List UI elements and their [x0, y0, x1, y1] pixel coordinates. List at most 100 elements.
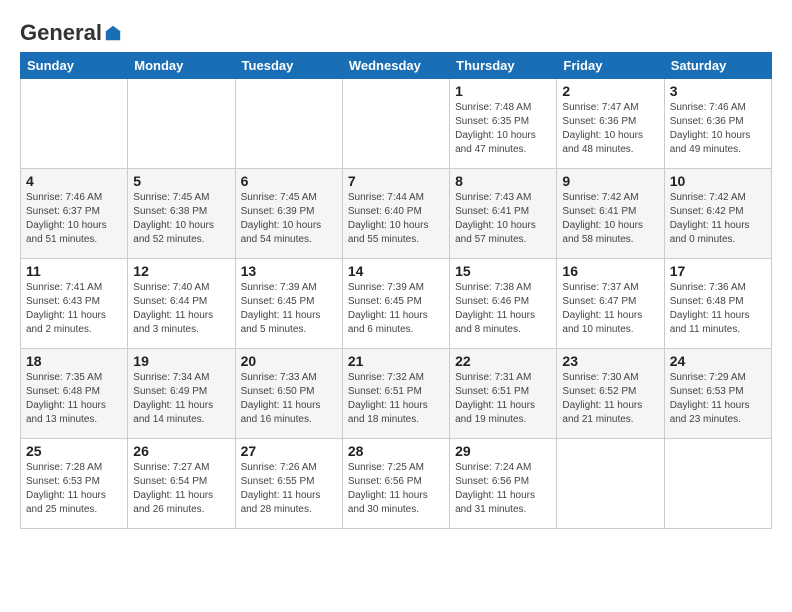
day-number: 24: [670, 353, 766, 369]
column-header-wednesday: Wednesday: [342, 53, 449, 79]
day-info: Sunrise: 7:30 AMSunset: 6:52 PMDaylight:…: [562, 371, 658, 427]
calendar-cell: 22Sunrise: 7:31 AMSunset: 6:51 PMDayligh…: [450, 349, 557, 439]
week-row-1: 1 Sunrise: 7:48 AMSunset: 6:35 PMDaylight…: [21, 79, 772, 169]
day-info: Sunrise: 7:32 AMSunset: 6:51 PMDaylight:…: [348, 371, 444, 427]
day-info: Sunrise: 7:48 AMSunset: 6:35 PMDaylight:…: [455, 101, 551, 157]
day-info: Sunrise: 7:46 AMSunset: 6:37 PMDaylight:…: [26, 191, 122, 247]
day-number: 22: [455, 353, 551, 369]
day-number: 8: [455, 173, 551, 189]
day-number: 4: [26, 173, 122, 189]
calendar-cell: 11Sunrise: 7:41 AMSunset: 6:43 PMDayligh…: [21, 259, 128, 349]
calendar-cell: 24 Sunrise: 7:29 AMSunset: 6:53 PMDayligh…: [664, 349, 771, 439]
column-header-sunday: Sunday: [21, 53, 128, 79]
day-number: 29: [455, 443, 551, 459]
day-info: Sunrise: 7:26 AMSunset: 6:55 PMDaylight:…: [241, 461, 337, 517]
calendar-cell: [235, 79, 342, 169]
week-row-5: 25 Sunrise: 7:28 AMSunset: 6:53 PMDayligh…: [21, 439, 772, 529]
day-number: 3: [670, 83, 766, 99]
day-info: Sunrise: 7:38 AMSunset: 6:46 PMDaylight:…: [455, 281, 551, 337]
calendar-cell: 23Sunrise: 7:30 AMSunset: 6:52 PMDayligh…: [557, 349, 664, 439]
column-header-saturday: Saturday: [664, 53, 771, 79]
column-header-monday: Monday: [128, 53, 235, 79]
day-info: Sunrise: 7:34 AMSunset: 6:49 PMDaylight:…: [133, 371, 229, 427]
day-number: 26: [133, 443, 229, 459]
day-info: Sunrise: 7:37 AMSunset: 6:47 PMDaylight:…: [562, 281, 658, 337]
calendar-cell: [342, 79, 449, 169]
day-number: 18: [26, 353, 122, 369]
calendar-cell: 18 Sunrise: 7:35 AMSunset: 6:48 PMDayligh…: [21, 349, 128, 439]
logo-icon: [104, 24, 122, 42]
day-info: Sunrise: 7:28 AMSunset: 6:53 PMDaylight:…: [26, 461, 122, 517]
day-info: Sunrise: 7:39 AMSunset: 6:45 PMDaylight:…: [241, 281, 337, 337]
day-number: 19: [133, 353, 229, 369]
day-number: 12: [133, 263, 229, 279]
calendar-cell: 10 Sunrise: 7:42 AMSunset: 6:42 PMDayligh…: [664, 169, 771, 259]
day-info: Sunrise: 7:45 AMSunset: 6:38 PMDaylight:…: [133, 191, 229, 247]
day-info: Sunrise: 7:44 AMSunset: 6:40 PMDaylight:…: [348, 191, 444, 247]
day-info: Sunrise: 7:25 AMSunset: 6:56 PMDaylight:…: [348, 461, 444, 517]
day-number: 13: [241, 263, 337, 279]
day-number: 25: [26, 443, 122, 459]
day-info: Sunrise: 7:36 AMSunset: 6:48 PMDaylight:…: [670, 281, 766, 337]
calendar-table: SundayMondayTuesdayWednesdayThursdayFrid…: [20, 52, 772, 529]
calendar-cell: 13 Sunrise: 7:39 AMSunset: 6:45 PMDayligh…: [235, 259, 342, 349]
day-info: Sunrise: 7:29 AMSunset: 6:53 PMDaylight:…: [670, 371, 766, 427]
day-number: 5: [133, 173, 229, 189]
calendar-cell: 20 Sunrise: 7:33 AMSunset: 6:50 PMDayligh…: [235, 349, 342, 439]
day-info: Sunrise: 7:45 AMSunset: 6:39 PMDaylight:…: [241, 191, 337, 247]
day-info: Sunrise: 7:27 AMSunset: 6:54 PMDaylight:…: [133, 461, 229, 517]
day-info: Sunrise: 7:47 AMSunset: 6:36 PMDaylight:…: [562, 101, 658, 157]
day-number: 9: [562, 173, 658, 189]
day-number: 27: [241, 443, 337, 459]
calendar-cell: [557, 439, 664, 529]
day-number: 15: [455, 263, 551, 279]
day-number: 21: [348, 353, 444, 369]
day-info: Sunrise: 7:42 AMSunset: 6:42 PMDaylight:…: [670, 191, 766, 247]
calendar-cell: 4 Sunrise: 7:46 AMSunset: 6:37 PMDaylight…: [21, 169, 128, 259]
calendar-cell: 21 Sunrise: 7:32 AMSunset: 6:51 PMDayligh…: [342, 349, 449, 439]
calendar-cell: 25 Sunrise: 7:28 AMSunset: 6:53 PMDayligh…: [21, 439, 128, 529]
day-info: Sunrise: 7:43 AMSunset: 6:41 PMDaylight:…: [455, 191, 551, 247]
logo: General: [20, 20, 122, 42]
logo-general-text: General: [20, 20, 102, 46]
calendar-cell: 26 Sunrise: 7:27 AMSunset: 6:54 PMDayligh…: [128, 439, 235, 529]
day-number: 17: [670, 263, 766, 279]
calendar-cell: 9Sunrise: 7:42 AMSunset: 6:41 PMDaylight…: [557, 169, 664, 259]
day-info: Sunrise: 7:33 AMSunset: 6:50 PMDaylight:…: [241, 371, 337, 427]
day-number: 20: [241, 353, 337, 369]
calendar-cell: 28 Sunrise: 7:25 AMSunset: 6:56 PMDayligh…: [342, 439, 449, 529]
calendar-cell: 15 Sunrise: 7:38 AMSunset: 6:46 PMDayligh…: [450, 259, 557, 349]
day-number: 28: [348, 443, 444, 459]
column-header-tuesday: Tuesday: [235, 53, 342, 79]
calendar-cell: 2 Sunrise: 7:47 AMSunset: 6:36 PMDaylight…: [557, 79, 664, 169]
day-info: Sunrise: 7:46 AMSunset: 6:36 PMDaylight:…: [670, 101, 766, 157]
calendar-cell: [128, 79, 235, 169]
calendar-cell: 19 Sunrise: 7:34 AMSunset: 6:49 PMDayligh…: [128, 349, 235, 439]
day-info: Sunrise: 7:40 AMSunset: 6:44 PMDaylight:…: [133, 281, 229, 337]
day-number: 10: [670, 173, 766, 189]
header: General: [20, 20, 772, 42]
day-number: 14: [348, 263, 444, 279]
day-info: Sunrise: 7:24 AMSunset: 6:56 PMDaylight:…: [455, 461, 551, 517]
calendar-cell: 8 Sunrise: 7:43 AMSunset: 6:41 PMDaylight…: [450, 169, 557, 259]
calendar-cell: 5 Sunrise: 7:45 AMSunset: 6:38 PMDaylight…: [128, 169, 235, 259]
day-info: Sunrise: 7:41 AMSunset: 6:43 PMDaylight:…: [26, 281, 122, 337]
calendar-cell: 16Sunrise: 7:37 AMSunset: 6:47 PMDayligh…: [557, 259, 664, 349]
week-row-2: 4 Sunrise: 7:46 AMSunset: 6:37 PMDaylight…: [21, 169, 772, 259]
header-row: SundayMondayTuesdayWednesdayThursdayFrid…: [21, 53, 772, 79]
day-number: 7: [348, 173, 444, 189]
day-number: 1: [455, 83, 551, 99]
week-row-4: 18 Sunrise: 7:35 AMSunset: 6:48 PMDayligh…: [21, 349, 772, 439]
day-info: Sunrise: 7:35 AMSunset: 6:48 PMDaylight:…: [26, 371, 122, 427]
day-number: 6: [241, 173, 337, 189]
calendar-cell: [21, 79, 128, 169]
day-info: Sunrise: 7:39 AMSunset: 6:45 PMDaylight:…: [348, 281, 444, 337]
week-row-3: 11Sunrise: 7:41 AMSunset: 6:43 PMDayligh…: [21, 259, 772, 349]
column-header-friday: Friday: [557, 53, 664, 79]
day-number: 2: [562, 83, 658, 99]
calendar-cell: 1 Sunrise: 7:48 AMSunset: 6:35 PMDaylight…: [450, 79, 557, 169]
calendar-cell: 3 Sunrise: 7:46 AMSunset: 6:36 PMDaylight…: [664, 79, 771, 169]
calendar-cell: 12 Sunrise: 7:40 AMSunset: 6:44 PMDayligh…: [128, 259, 235, 349]
calendar-cell: 6 Sunrise: 7:45 AMSunset: 6:39 PMDaylight…: [235, 169, 342, 259]
column-header-thursday: Thursday: [450, 53, 557, 79]
